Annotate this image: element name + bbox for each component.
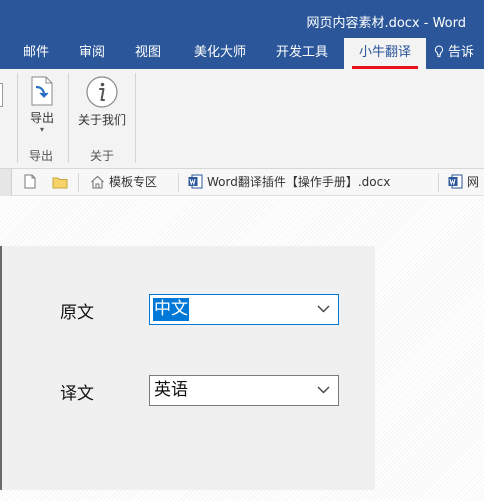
tab-tell-me[interactable]: 告诉 [434, 38, 484, 69]
tab-mailings[interactable]: 邮件 [14, 38, 58, 69]
strip-left-edge [0, 169, 12, 196]
info-icon [86, 76, 118, 108]
export-button[interactable]: 导出 ▾ [24, 75, 60, 134]
doc-tab-template-zone[interactable]: 模板专区 [90, 169, 157, 196]
ribbon-separator [135, 73, 136, 163]
ribbon-separator [17, 73, 18, 163]
tab-xiaoniu-translate[interactable]: 小牛翻译 [344, 38, 426, 69]
source-language-value: 中文 [153, 298, 189, 321]
doc-tab-web-label: 网 [467, 175, 480, 189]
strip-separator [178, 173, 179, 192]
ribbon-separator [68, 73, 69, 163]
lightbulb-icon [434, 45, 444, 58]
doc-tab-web[interactable]: 网 [448, 169, 479, 196]
tab-beautify-master[interactable]: 美化大师 [184, 38, 256, 69]
tab-review[interactable]: 审阅 [70, 38, 114, 69]
target-language-value: 英语 [154, 380, 188, 400]
target-language-select[interactable]: 英语 [149, 375, 339, 406]
doc-tab-template-zone-label: 模板专区 [109, 175, 158, 189]
about-group-label: 关于 [90, 149, 115, 163]
word-doc-icon [188, 174, 203, 189]
previous-group-edge [0, 83, 3, 107]
export-button-label: 导出 [29, 111, 54, 125]
open-folder-button[interactable] [52, 169, 72, 196]
source-language-label: 原文 [60, 303, 94, 323]
source-language-select[interactable]: 中文 [149, 294, 339, 325]
new-file-icon [24, 174, 36, 189]
tab-view[interactable]: 视图 [126, 38, 170, 69]
export-icon [31, 76, 53, 106]
tab-tell-me-label: 告诉 [448, 45, 475, 60]
document-tab-strip: 模板专区 Word翻译插件【操作手册】.docx 网 [0, 169, 484, 196]
tab-xiaoniu-translate-label: 小牛翻译 [358, 45, 411, 60]
tab-developer[interactable]: 开发工具 [266, 38, 338, 69]
ribbon-tab-bar: 邮件 审阅 视图 美化大师 开发工具 小牛翻译 告诉 [0, 38, 484, 69]
folder-icon [52, 177, 68, 189]
chevron-down-icon [317, 305, 330, 313]
home-icon [91, 175, 104, 189]
doc-tab-word-plugin-manual-label: Word翻译插件【操作手册】.docx [207, 175, 391, 189]
title-bar: 网页内容素材.docx - Word [0, 0, 484, 38]
new-document-button[interactable] [24, 169, 40, 196]
about-us-button[interactable]: 关于我们 [74, 75, 130, 128]
word-doc-icon [448, 174, 463, 189]
strip-separator [438, 173, 439, 192]
about-us-button-label: 关于我们 [77, 113, 126, 127]
chevron-down-icon [317, 386, 330, 394]
target-language-label: 译文 [60, 384, 94, 404]
window-title: 网页内容素材.docx - Word [306, 16, 466, 31]
doc-tab-word-plugin-manual[interactable]: Word翻译插件【操作手册】.docx [188, 169, 390, 196]
export-dropdown-arrow: ▾ [39, 125, 44, 134]
export-group-label: 导出 [29, 149, 54, 163]
translate-settings-dialog: 原文 中文 译文 英语 [0, 246, 375, 490]
ribbon-panel: 导出 ▾ 导出 关于我们 关于 [0, 69, 484, 169]
strip-separator [78, 173, 79, 192]
